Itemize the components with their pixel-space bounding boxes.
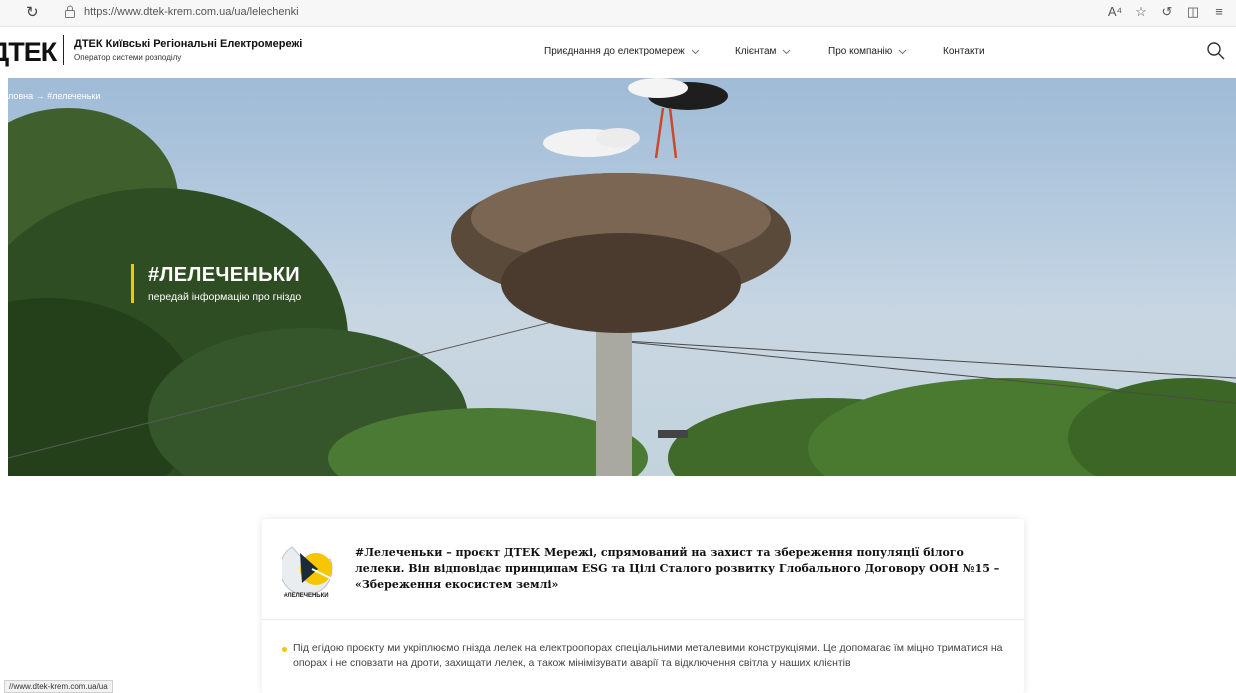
project-intro-text: #Лелеченьки – проєкт ДТЕК Мережі, спрямо…: [355, 546, 1000, 591]
favorite-star-icon[interactable]: ☆: [1128, 4, 1154, 20]
nav-label: Приєднання до електромереж: [544, 46, 685, 57]
bullet-marker: [282, 647, 287, 652]
favorites-list-icon[interactable]: ≡: [1206, 4, 1232, 20]
read-aloud-icon[interactable]: A⁴: [1102, 4, 1128, 20]
nav-item-connection[interactable]: Приєднання до електромереж: [544, 46, 700, 57]
brand-title: ДТЕК Київські Регіональні Електромережі: [74, 38, 303, 50]
nav-label: Клієнтам: [735, 46, 777, 57]
chevron-down-icon: [898, 49, 907, 54]
nav-label: Контакти: [943, 46, 985, 57]
card-logo-label: #ЛЕЛЕЧЕНЬКИ: [284, 593, 329, 599]
chevron-down-icon: [691, 49, 700, 54]
address-bar[interactable]: https://www.dtek-krem.com.ua/ua/lelechen…: [84, 6, 299, 18]
brand-subtitle: Оператор системи розподілу: [74, 53, 182, 62]
nav-label: Про компанію: [828, 46, 893, 57]
breadcrumb[interactable]: ловна → #лелеченьки: [8, 91, 100, 101]
nav-item-clients[interactable]: Клієнтам: [735, 46, 791, 57]
browser-actions: A⁴ ☆ ↺ ◫ ≡: [1102, 4, 1232, 20]
project-info-card: #ЛЕЛЕЧЕНЬКИ #Лелеченьки – проєкт ДТЕК Ме…: [262, 519, 1024, 693]
hero-heading-block: #ЛЕЛЕЧЕНЬКИ передай інформацію про гнізд…: [131, 264, 301, 303]
page-info-icon[interactable]: [64, 5, 76, 18]
nav-item-about[interactable]: Про компанію: [828, 46, 907, 57]
logo-divider: [63, 35, 64, 65]
browser-toolbar: ↻ https://www.dtek-krem.com.ua/ua/lelech…: [0, 0, 1236, 27]
page-subtitle: передай інформацію про гніздо: [148, 291, 302, 303]
page-title: #ЛЕЛЕЧЕНЬКИ: [148, 264, 300, 286]
project-bullet-text: Під егідою проєкту ми укріплюємо гнізда …: [293, 642, 1003, 669]
chevron-down-icon: [783, 49, 791, 54]
search-icon[interactable]: [1206, 41, 1226, 61]
link-status-bar: //www.dtek-krem.com.ua/ua: [4, 680, 113, 693]
nav-item-contacts[interactable]: Контакти: [943, 46, 985, 57]
extensions-icon[interactable]: ↺: [1154, 4, 1180, 20]
hero-banner: ловна → #лелеченьки #ЛЕЛЕЧЕНЬКИ передай …: [8, 78, 1236, 476]
split-screen-icon[interactable]: ◫: [1180, 4, 1206, 20]
dtek-logo[interactable]: ДТЕК: [0, 37, 57, 68]
site-header: ДТЕК ДТЕК Київські Регіональні Електроме…: [0, 27, 1236, 77]
reload-icon[interactable]: ↻: [26, 3, 39, 21]
card-divider: [262, 619, 1024, 620]
